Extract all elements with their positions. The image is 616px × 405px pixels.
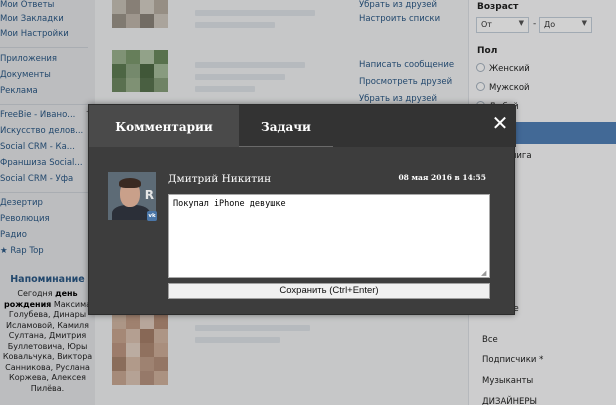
comment-textarea[interactable]: Покупал iPhone девушке bbox=[168, 194, 490, 278]
close-icon[interactable]: ✕ bbox=[491, 113, 509, 133]
comment-date: 08 мая 2016 в 14:55 bbox=[398, 173, 486, 182]
tab-comments[interactable]: Комментарии bbox=[89, 105, 239, 147]
comment-author-name[interactable]: Дмитрий Никитин bbox=[168, 173, 271, 185]
comments-modal: Комментарии Задачи ✕ R vk Дмитрий Никити… bbox=[88, 104, 516, 315]
vk-logo-icon[interactable]: vk bbox=[147, 211, 157, 221]
avatar-shirt bbox=[112, 205, 150, 220]
tab-tasks[interactable]: Задачи bbox=[239, 105, 333, 147]
modal-tabs: Комментарии Задачи bbox=[89, 105, 516, 147]
avatar-background-letter: R bbox=[144, 188, 154, 202]
save-button[interactable]: Сохранить (Ctrl+Enter) bbox=[168, 283, 490, 299]
tab-underline bbox=[239, 146, 333, 147]
avatar-hair bbox=[119, 178, 141, 188]
resize-grip-icon[interactable]: ◢ bbox=[481, 269, 489, 277]
